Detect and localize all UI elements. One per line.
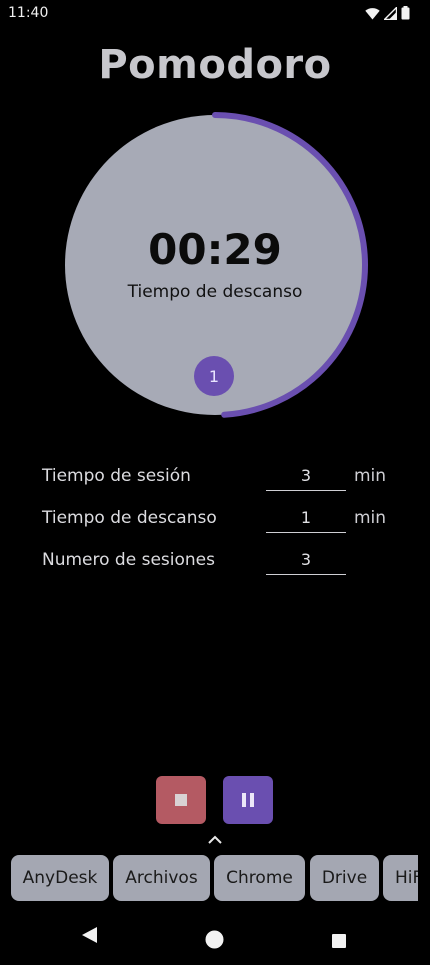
setting-row-session-time: Tiempo de sesión 3 min <box>42 462 402 492</box>
signal-icon <box>384 6 397 20</box>
timer-dial: 00:29 Tiempo de descanso 1 <box>62 112 368 418</box>
timer-time: 00:29 <box>148 225 282 274</box>
app-chip-drive[interactable]: Drive <box>310 855 379 901</box>
back-icon[interactable] <box>81 926 98 944</box>
timer-label: Tiempo de descanso <box>127 282 303 302</box>
setting-label: Numero de sesiones <box>42 550 215 570</box>
setting-label: Tiempo de descanso <box>42 508 217 528</box>
battery-icon <box>401 6 410 20</box>
setting-row-session-count: Numero de sesiones 3 <box>42 546 402 576</box>
chevron-up-icon[interactable] <box>206 834 224 846</box>
session-badge: 1 <box>194 356 234 396</box>
session-count-input[interactable]: 3 <box>266 546 346 575</box>
app-chip-hif[interactable]: HiF <box>383 855 418 901</box>
break-time-input[interactable]: 1 <box>266 504 346 533</box>
status-bar: 11:40 <box>0 0 430 28</box>
setting-unit: min <box>354 466 387 486</box>
status-time: 11:40 <box>8 5 49 21</box>
status-icons <box>365 6 410 20</box>
setting-unit: min <box>354 508 387 528</box>
app-chip-anydesk[interactable]: AnyDesk <box>11 855 109 901</box>
app-taskbar: AnyDesk Archivos Chrome Drive HiF <box>0 854 418 902</box>
nav-bar <box>0 912 430 965</box>
setting-label: Tiempo de sesión <box>42 466 191 486</box>
wifi-icon <box>365 7 380 19</box>
pause-icon <box>242 793 254 807</box>
session-time-input[interactable]: 3 <box>266 462 346 491</box>
stop-button[interactable] <box>156 776 206 824</box>
app-chip-chrome[interactable]: Chrome <box>214 855 305 901</box>
home-icon[interactable] <box>205 930 224 949</box>
recents-icon[interactable] <box>331 933 347 949</box>
setting-row-break-time: Tiempo de descanso 1 min <box>42 504 402 534</box>
stop-icon <box>175 794 187 806</box>
app-chip-archivos[interactable]: Archivos <box>113 855 210 901</box>
app-title: Pomodoro <box>98 42 332 88</box>
pause-button[interactable] <box>223 776 273 824</box>
